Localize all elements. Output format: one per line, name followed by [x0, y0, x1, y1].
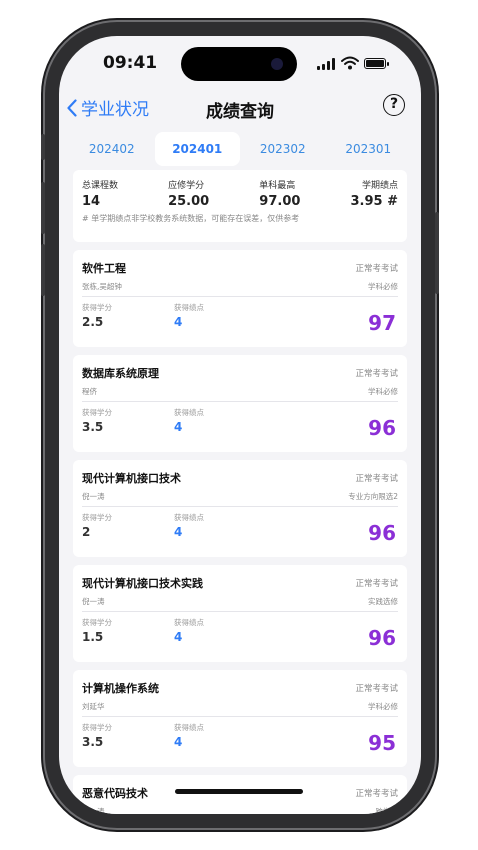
summary-total-courses: 总课程数 14 — [82, 178, 118, 209]
screen: 09:41 学业状况 成绩查询 ? 202402 202401 202302 2… — [59, 36, 421, 814]
course-card[interactable]: 软件工程 正常考考试 张栋,吴超钟 学科必修 获得学分 2.5 获得绩点 4 9… — [73, 250, 407, 347]
credit-value: 1.5 — [82, 630, 104, 644]
credit-label: 获得学分 — [82, 408, 112, 417]
credit-label: 获得学分 — [82, 303, 112, 312]
summary-value: 25.00 — [168, 194, 210, 209]
exam-type: 正常考考试 — [355, 684, 398, 694]
summary-card: 总课程数 14 应修学分 25.00 单科最高 97.00 学期绩点 3.95 … — [73, 170, 407, 242]
course-category: 专业方向限选2 — [348, 492, 398, 501]
summary-label: 应修学分 — [168, 181, 205, 191]
status-bar: 09:41 — [59, 36, 421, 90]
credit-label: 获得学分 — [82, 513, 112, 522]
credit-value: 3.5 — [82, 420, 104, 434]
exam-type: 正常考考试 — [355, 369, 398, 379]
course-teacher: 倪一涛 — [82, 807, 105, 814]
summary-value: 14 — [82, 194, 101, 209]
gpa-label: 获得绩点 — [174, 408, 204, 417]
credit-value: 2.5 — [82, 315, 104, 329]
course-name: 现代计算机接口技术实践 — [82, 577, 203, 590]
gpa-value: 4 — [174, 420, 183, 434]
tab-202402[interactable]: 202402 — [69, 132, 155, 166]
course-score: 97 — [368, 311, 396, 335]
exam-type: 正常考考试 — [355, 579, 398, 589]
gpa-label: 获得绩点 — [174, 618, 204, 627]
volume-down-button — [41, 244, 45, 296]
course-score: 96 — [368, 521, 396, 545]
course-teacher: 倪一涛 — [82, 597, 105, 606]
course-name: 数据库系统原理 — [82, 367, 159, 380]
power-button — [435, 212, 439, 294]
gpa-value: 4 — [174, 630, 183, 644]
course-teacher: 倪一涛 — [82, 492, 105, 501]
action-button — [41, 134, 45, 160]
phone-frame: 09:41 学业状况 成绩查询 ? 202402 202401 202302 2… — [41, 22, 439, 828]
gpa-value: 4 — [174, 735, 183, 749]
course-card[interactable]: 现代计算机接口技术实践 正常考考试 倪一涛 实践选修 获得学分 1.5 获得绩点… — [73, 565, 407, 662]
summary-label: 总课程数 — [82, 181, 119, 191]
gpa-label: 获得绩点 — [174, 303, 204, 312]
grades-list[interactable]: 总课程数 14 应修学分 25.00 单科最高 97.00 学期绩点 3.95 … — [59, 170, 421, 814]
exam-type: 正常考考试 — [355, 264, 398, 274]
course-category: 学科必修 — [368, 702, 398, 711]
summary-required-credits: 应修学分 25.00 — [168, 178, 209, 209]
course-score: 96 — [368, 416, 396, 440]
status-time: 09:41 — [103, 53, 158, 73]
course-teacher: 程侪 — [82, 387, 97, 396]
exam-type: 正常考考试 — [355, 789, 398, 799]
summary-value: 97.00 — [259, 194, 301, 209]
course-name: 现代计算机接口技术 — [82, 472, 181, 485]
summary-label: 学期绩点 — [361, 181, 398, 191]
volume-up-button — [41, 182, 45, 234]
course-card[interactable]: 计算机操作系统 正常考考试 刘延华 学科必修 获得学分 3.5 获得绩点 4 9… — [73, 670, 407, 767]
course-category: 学科必修 — [368, 387, 398, 396]
course-teacher: 刘延华 — [82, 702, 105, 711]
credit-label: 获得学分 — [82, 723, 112, 732]
course-name: 软件工程 — [82, 262, 126, 275]
exam-type: 正常考考试 — [355, 474, 398, 484]
credit-label: 获得学分 — [82, 618, 112, 627]
course-name: 恶意代码技术 — [82, 787, 148, 800]
semester-tabs: 202402 202401 202302 202301 — [69, 132, 411, 166]
wifi-icon — [341, 56, 359, 70]
help-icon[interactable]: ? — [383, 94, 405, 116]
summary-label: 单科最高 — [259, 181, 296, 191]
gpa-value: 4 — [174, 315, 183, 329]
gpa-value: 4 — [174, 525, 183, 539]
tab-202301[interactable]: 202301 — [326, 132, 412, 166]
summary-highest-score: 单科最高 97.00 — [259, 178, 300, 209]
course-score: 95 — [368, 731, 396, 755]
course-category: 学科必修 — [368, 282, 398, 291]
gpa-label: 获得绩点 — [174, 723, 204, 732]
tab-202302[interactable]: 202302 — [240, 132, 326, 166]
page-title: 成绩查询 — [206, 102, 274, 122]
summary-note: # 单学期绩点非学校教务系统数据，可能存在误差，仅供参考 — [82, 214, 300, 223]
credit-value: 3.5 — [82, 735, 104, 749]
signal-icon — [317, 58, 337, 70]
course-card[interactable]: 恶意代码技术 正常考考试 倪一涛 跨学科 — [73, 775, 407, 814]
summary-semester-gpa: 学期绩点 3.95 # — [351, 178, 399, 209]
tab-202401[interactable]: 202401 — [154, 132, 240, 166]
course-name: 计算机操作系统 — [82, 682, 159, 695]
course-card[interactable]: 现代计算机接口技术 正常考考试 倪一涛 专业方向限选2 获得学分 2 获得绩点 … — [73, 460, 407, 557]
summary-value: 3.95 # — [350, 194, 399, 209]
nav-bar: 学业状况 成绩查询 ? — [59, 92, 421, 128]
home-indicator[interactable] — [175, 789, 303, 794]
course-teacher: 张栋,吴超钟 — [82, 282, 122, 291]
dynamic-island — [181, 47, 297, 81]
course-category: 实践选修 — [368, 597, 398, 606]
course-score: 96 — [368, 626, 396, 650]
credit-value: 2 — [82, 525, 91, 539]
camera-icon — [271, 58, 283, 70]
course-card[interactable]: 数据库系统原理 正常考考试 程侪 学科必修 获得学分 3.5 获得绩点 4 96 — [73, 355, 407, 452]
battery-icon — [364, 58, 389, 69]
gpa-label: 获得绩点 — [174, 513, 204, 522]
course-category: 跨学科 — [375, 807, 399, 814]
